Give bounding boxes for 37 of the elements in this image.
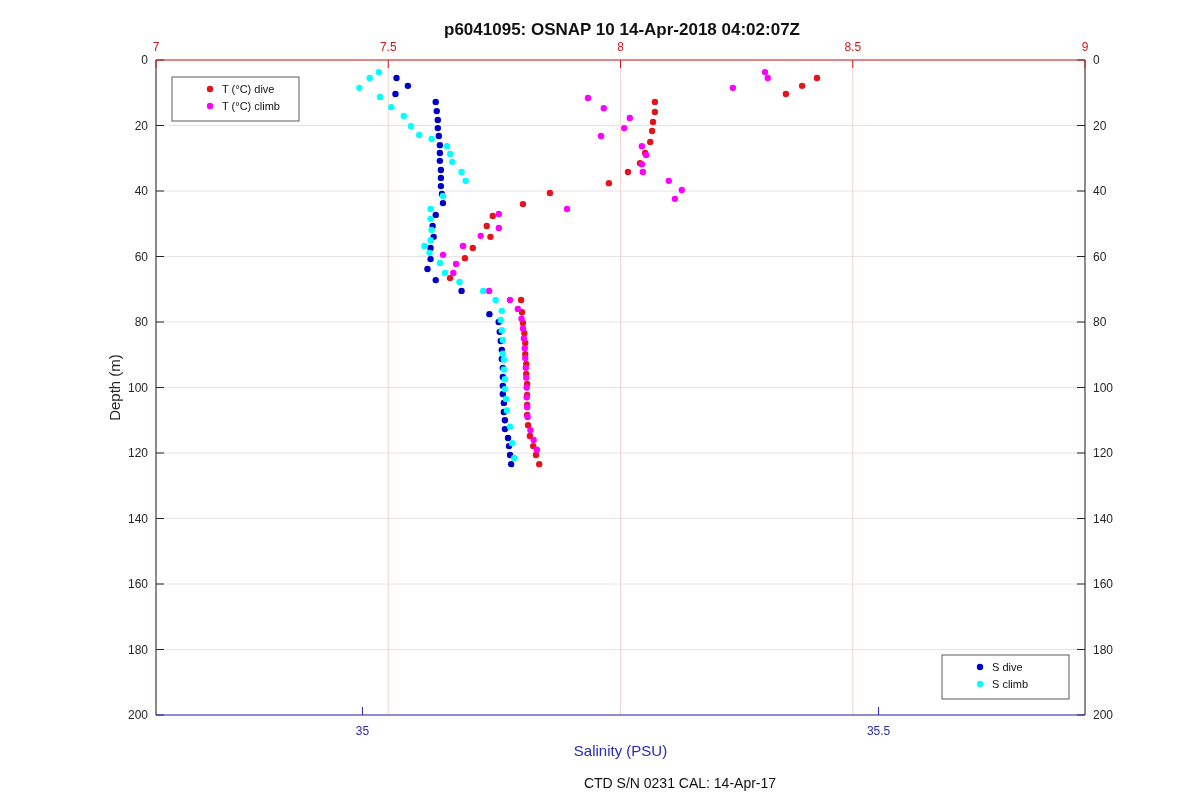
legend-label: T (°C) dive [222, 83, 275, 95]
depth-tick-label: 160 [127, 577, 148, 591]
depth-tick-label: 40 [134, 184, 148, 198]
salinity-tick-label: 35.5 [866, 724, 891, 738]
y-axis-title: Depth (m) [106, 354, 123, 421]
temperature-tick-label: 8 [617, 40, 624, 54]
temperature-tick-label: 9 [1081, 40, 1089, 54]
calibration-note: CTD S/N 0231 CAL: 14-Apr-17 [583, 775, 777, 791]
depth-tick-label: 120 [127, 446, 148, 460]
depth-tick-label: 100 [127, 380, 148, 395]
legend-label: S dive [992, 661, 1023, 673]
chart-title: p6041095: OSNAP 10 14-Apr-2018 04:02:07Z [444, 20, 800, 39]
depth-tick-label: 0 [1093, 53, 1100, 67]
legend-label: T (°C) climb [222, 100, 280, 112]
depth-tick-label: 80 [1093, 315, 1107, 329]
temperature-tick-label: 7.5 [379, 40, 397, 54]
depth-tick-label: 180 [1093, 642, 1114, 657]
depth-tick-label: 100 [1093, 380, 1114, 395]
depth-tick-label: 40 [1093, 184, 1107, 198]
depth-tick-label: 200 [127, 708, 148, 722]
depth-tick-label: 180 [127, 642, 148, 657]
depth-tick-label: 0 [141, 53, 148, 67]
depth-tick-label: 140 [1093, 511, 1114, 526]
depth-tick-label: 120 [1093, 446, 1114, 460]
depth-tick-label: 160 [1093, 577, 1114, 591]
salinity-tick-label: 35 [355, 724, 370, 738]
depth-tick-label: 80 [134, 315, 148, 329]
depth-tick-label: 20 [1093, 118, 1107, 133]
depth-tick-label: 140 [127, 511, 148, 526]
temperature-tick-label: 8.5 [844, 40, 862, 54]
depth-tick-label: 200 [1093, 708, 1114, 722]
temperature-tick-label: 7 [152, 40, 160, 54]
x-axis-title: Salinity (PSU) [573, 742, 668, 759]
depth-tick-label: 60 [134, 249, 148, 264]
legend-label: S climb [992, 678, 1029, 690]
depth-tick-label: 60 [1093, 249, 1107, 264]
depth-tick-label: 20 [134, 118, 148, 133]
